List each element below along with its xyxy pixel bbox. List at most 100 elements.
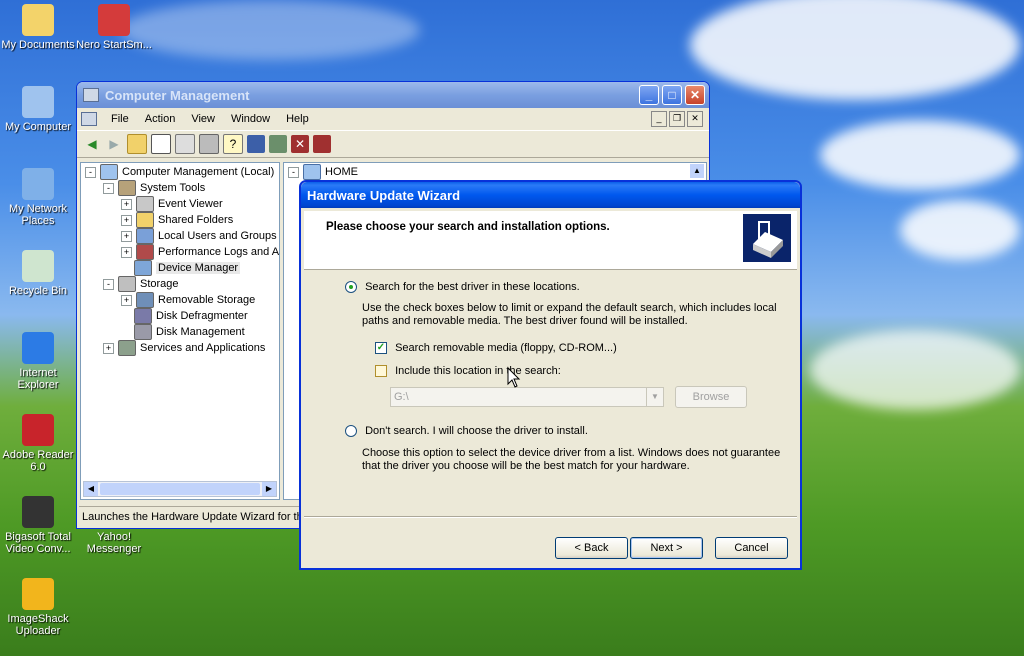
tree-item-label: Removable Storage (158, 294, 256, 306)
tree-expander[interactable]: + (121, 198, 132, 210)
tree-expander[interactable] (121, 328, 130, 337)
maximize-button[interactable]: □ (662, 85, 682, 105)
tree-expander[interactable] (121, 264, 130, 273)
tree-horizontal-scrollbar[interactable]: ◀ ▶ (83, 481, 277, 497)
menu-help[interactable]: Help (278, 113, 317, 125)
menu-action[interactable]: Action (137, 113, 184, 125)
update-driver-icon[interactable] (269, 135, 287, 153)
scroll-left-button[interactable]: ◀ (84, 482, 98, 496)
tree-item-label: Shared Folders (158, 214, 234, 226)
menu-bar: File Action View Window Help _ ❐ ✕ (77, 108, 709, 131)
desktop-icon[interactable]: My Documents (0, 4, 76, 51)
tree-expander[interactable]: - (103, 278, 114, 290)
tree-item-label: Local Users and Groups (158, 230, 277, 242)
cancel-button[interactable]: Cancel (715, 537, 788, 559)
tree-item[interactable]: - Computer Management (Local) (85, 164, 274, 181)
tree-item[interactable]: - Storage (103, 276, 179, 293)
tree-item[interactable]: + Shared Folders (121, 212, 234, 229)
toolbar: ◀ ▶ ? ✕ (77, 131, 709, 158)
computer-icon (303, 164, 321, 181)
collapse-expander[interactable]: - (288, 166, 299, 178)
scroll-right-button[interactable]: ▶ (262, 482, 276, 496)
tree-item[interactable]: Disk Management (121, 324, 245, 341)
next-button[interactable]: Next > (630, 537, 703, 559)
back-arrow-icon[interactable]: ◀ (83, 135, 101, 153)
child-minimize-button[interactable]: _ (651, 111, 667, 127)
tree-item[interactable]: + Services and Applications (103, 340, 265, 357)
shared-folders-icon (136, 212, 154, 229)
status-text: Launches the Hardware Update Wizard for … (82, 511, 309, 523)
back-button[interactable]: < Back (555, 537, 628, 559)
tree-item[interactable]: + Local Users and Groups (121, 228, 277, 245)
tree-item[interactable]: Disk Defragmenter (121, 308, 248, 325)
tree-item-label: Event Viewer (158, 198, 223, 210)
tree-item-label: System Tools (140, 182, 206, 194)
tree-expander[interactable]: + (121, 230, 132, 242)
manual-option-label: Don't search. I will choose the driver t… (365, 425, 588, 437)
forward-arrow-icon[interactable]: ▶ (105, 135, 123, 153)
desktop-icon[interactable]: My Computer (0, 86, 76, 133)
desktop-icon[interactable]: Bigasoft Total Video Conv... (0, 496, 76, 555)
desktop-icon[interactable]: Nero StartSm... (76, 4, 152, 51)
chevron-down-icon[interactable]: ▼ (646, 388, 663, 406)
desktop-icon[interactable]: My Network Places (0, 168, 76, 227)
include-location-option[interactable]: Include this location in the search: (375, 365, 561, 378)
network-icon (22, 168, 54, 200)
menu-view[interactable]: View (183, 113, 223, 125)
uninstall-icon[interactable]: ✕ (291, 135, 309, 153)
manual-option[interactable]: Don't search. I will choose the driver t… (345, 425, 588, 438)
tree-item[interactable]: + Performance Logs and Alerts (121, 244, 279, 261)
search-option[interactable]: Search for the best driver in these loca… (345, 281, 580, 294)
removable-media-option[interactable]: ✓ Search removable media (floppy, CD-ROM… (375, 342, 617, 355)
device-tree-root[interactable]: - HOME (288, 164, 358, 181)
scroll-up-button[interactable]: ▲ (690, 164, 704, 178)
disable-icon[interactable] (313, 135, 331, 153)
child-close-button[interactable]: ✕ (687, 111, 703, 127)
close-button[interactable]: ✕ (685, 85, 705, 105)
tree-item[interactable]: Device Manager (121, 260, 241, 277)
desktop-icon[interactable]: ImageShack Uploader (0, 578, 76, 637)
minimize-button[interactable]: _ (639, 85, 659, 105)
menu-window[interactable]: Window (223, 113, 278, 125)
properties-icon[interactable] (175, 134, 195, 154)
child-restore-button[interactable]: ❐ (669, 111, 685, 127)
tree-expander[interactable]: + (103, 342, 114, 354)
tree-pane: - Computer Management (Local) - System Tool… (80, 162, 280, 500)
tree-item-label: Storage (140, 278, 179, 290)
desktop-icon[interactable]: Adobe Reader 6.0 (0, 414, 76, 473)
users-icon (136, 228, 154, 245)
computer-management-titlebar[interactable]: Computer Management _ □ ✕ (77, 82, 709, 108)
tree-expander[interactable]: - (85, 166, 96, 178)
desktop-icon-label: My Documents (1, 39, 75, 51)
desktop-icon-label: Yahoo! Messenger (86, 531, 142, 555)
tree-expander[interactable]: + (121, 214, 132, 226)
tree-item[interactable]: - System Tools (103, 180, 206, 197)
scan-hardware-icon[interactable] (247, 135, 265, 153)
tree-expander[interactable]: + (121, 246, 132, 258)
desktop-icon[interactable]: Internet Explorer (0, 332, 76, 391)
up-folder-icon[interactable] (127, 134, 147, 154)
print-icon[interactable] (199, 134, 219, 154)
wizard-titlebar[interactable]: Hardware Update Wizard (301, 182, 800, 208)
location-combobox[interactable]: G:\ ▼ (390, 387, 664, 407)
performance-icon (136, 244, 154, 261)
tree-item[interactable]: + Event Viewer (121, 196, 223, 213)
removable-media-checkbox[interactable]: ✓ (375, 342, 387, 355)
show-hide-tree-icon[interactable] (151, 134, 171, 154)
tree-item-label: Disk Management (156, 326, 245, 338)
search-radio[interactable] (345, 281, 357, 294)
tree-item[interactable]: + Removable Storage (121, 292, 256, 309)
scroll-thumb[interactable] (100, 483, 260, 495)
browse-button[interactable]: Browse (675, 386, 747, 408)
manual-radio[interactable] (345, 425, 357, 438)
include-location-checkbox[interactable] (375, 365, 387, 378)
tree-expander[interactable]: + (121, 294, 132, 306)
mmc-icon (81, 112, 97, 126)
tree-expander[interactable]: - (103, 182, 114, 194)
internet-explorer-icon (22, 332, 54, 364)
desktop-icon[interactable]: Recycle Bin (0, 250, 76, 297)
tree-expander[interactable] (121, 312, 130, 321)
help-icon[interactable]: ? (223, 134, 243, 154)
device-tree-root-label: HOME (325, 166, 358, 178)
menu-file[interactable]: File (103, 113, 137, 125)
